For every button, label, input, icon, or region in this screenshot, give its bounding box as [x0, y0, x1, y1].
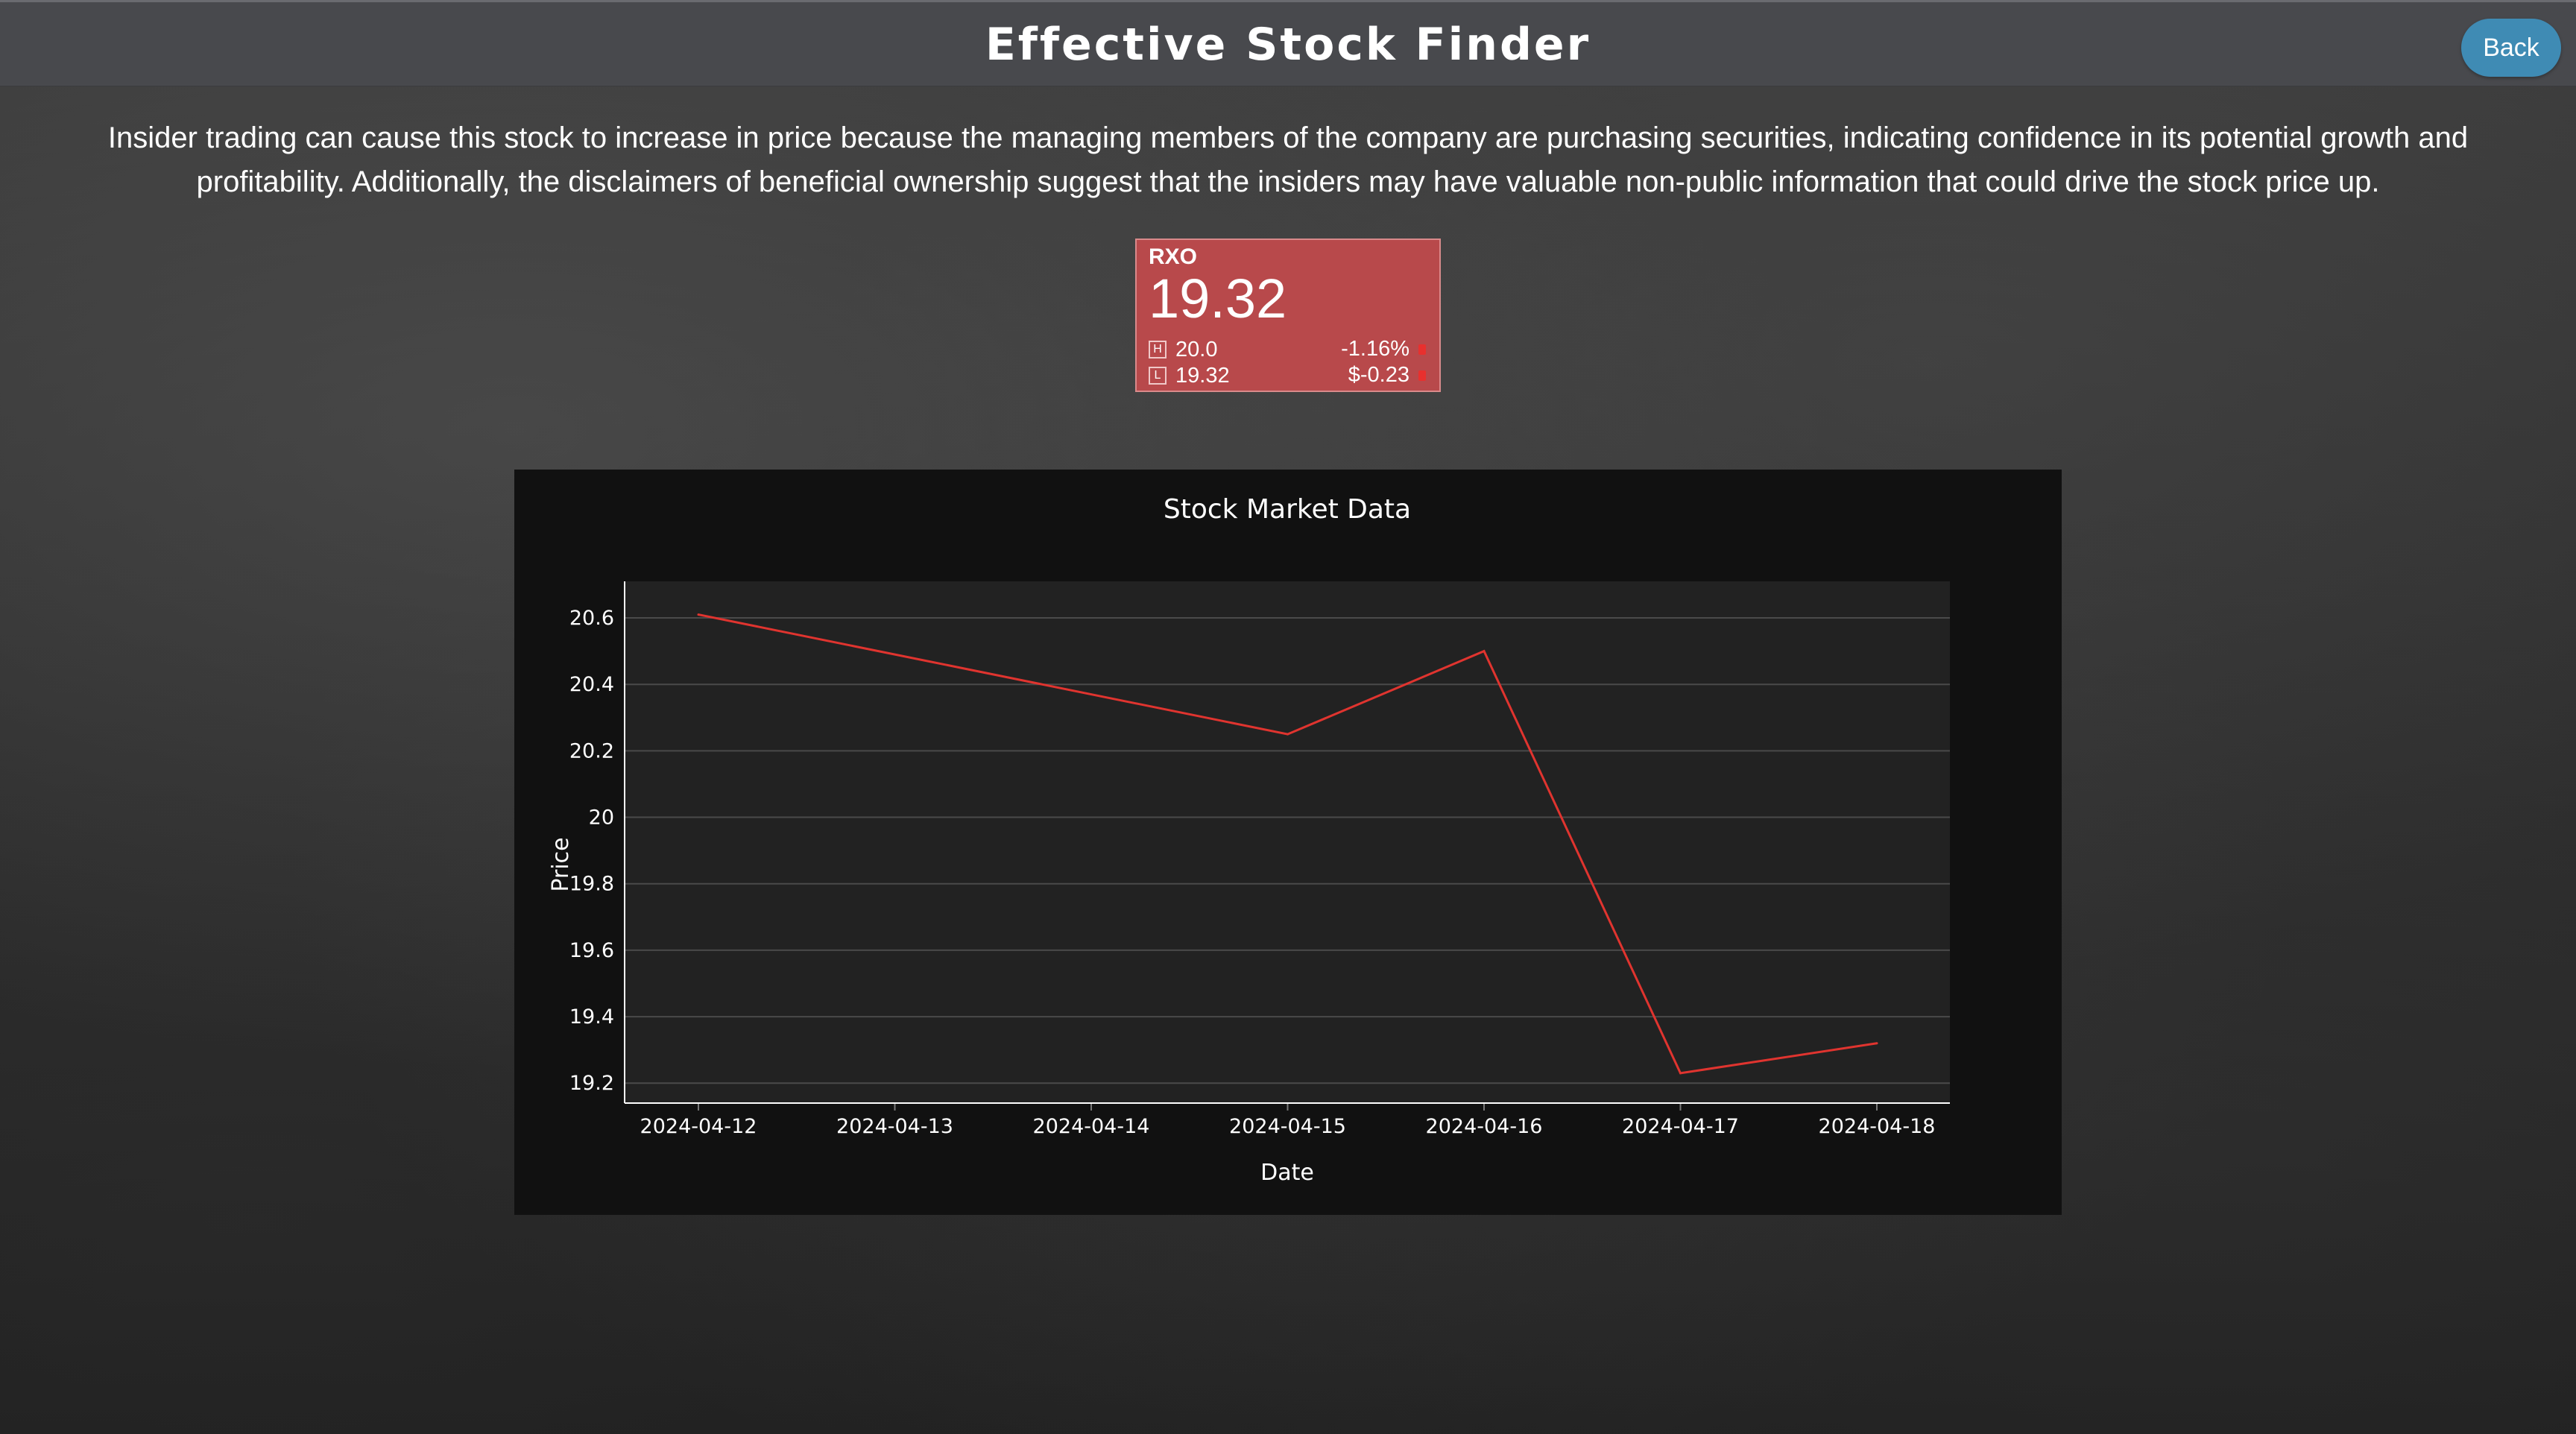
y-tick-label: 20: [589, 806, 614, 830]
ticker-change-percent: -1.16%: [1341, 337, 1409, 361]
x-tick-label: 2024-04-16: [1426, 1115, 1543, 1138]
high-badge: H: [1149, 341, 1167, 359]
down-indicator-icon: [1418, 344, 1426, 355]
ticker-symbol: RXO: [1149, 244, 1198, 269]
y-tick-label: 20.6: [569, 607, 614, 630]
app-header: Effective Stock Finder Back: [0, 0, 2576, 86]
y-tick-label: 19.2: [569, 1072, 614, 1095]
x-tick-label: 2024-04-15: [1229, 1115, 1346, 1138]
back-button[interactable]: Back: [2461, 19, 2561, 77]
x-tick-label: 2024-04-12: [640, 1115, 757, 1138]
x-tick-label: 2024-04-13: [836, 1115, 953, 1138]
low-badge: L: [1149, 367, 1167, 385]
stock-description: Insider trading can cause this stock to …: [107, 121, 2469, 198]
price-data-point: [1875, 1042, 1878, 1045]
price-data-point: [1483, 650, 1486, 653]
y-tick-label: 19.4: [569, 1005, 614, 1029]
x-tick-label: 2024-04-17: [1622, 1115, 1739, 1138]
y-tick-label: 19.6: [569, 939, 614, 962]
y-tick-label: 20.2: [569, 739, 614, 762]
y-tick-label: 19.8: [569, 873, 614, 896]
ticker-card: RXO 19.32 H 20.0 -1.16% L 19.32 $-0.23: [1135, 239, 1441, 392]
down-indicator-icon: [1418, 370, 1426, 381]
x-tick-label: 2024-04-14: [1033, 1115, 1150, 1138]
x-tick-label: 2024-04-18: [1819, 1115, 1936, 1138]
price-data-point: [1287, 733, 1289, 736]
stock-chart: 19.2 19.4 19.6 19.8 20 20.2 20.4 20.6 2024-04-12…: [548, 494, 1950, 1186]
ticker-price: 19.32: [1149, 268, 1287, 329]
price-data-point: [697, 613, 700, 616]
x-axis-title: Date: [1260, 1160, 1314, 1186]
stock-chart-panel: 19.2 19.4 19.6 19.8 20 20.2 20.4 20.6 2024-04-12…: [514, 470, 2062, 1215]
chart-title: Stock Market Data: [1164, 494, 1411, 525]
ticker-change-amount: $-0.23: [1348, 363, 1409, 387]
y-axis-title: Price: [548, 837, 574, 891]
price-data-point: [1679, 1072, 1682, 1075]
app-title: Effective Stock Finder: [985, 19, 1591, 71]
ticker-high-row: H 20.0 -1.16%: [1149, 337, 1427, 361]
ticker-high-value: 20.0: [1175, 337, 1218, 361]
ticker-low-value: 19.32: [1175, 363, 1230, 388]
plot-area: [625, 581, 1950, 1103]
ticker-low-row: L 19.32 $-0.23: [1149, 363, 1427, 388]
y-tick-label: 20.4: [569, 673, 614, 696]
